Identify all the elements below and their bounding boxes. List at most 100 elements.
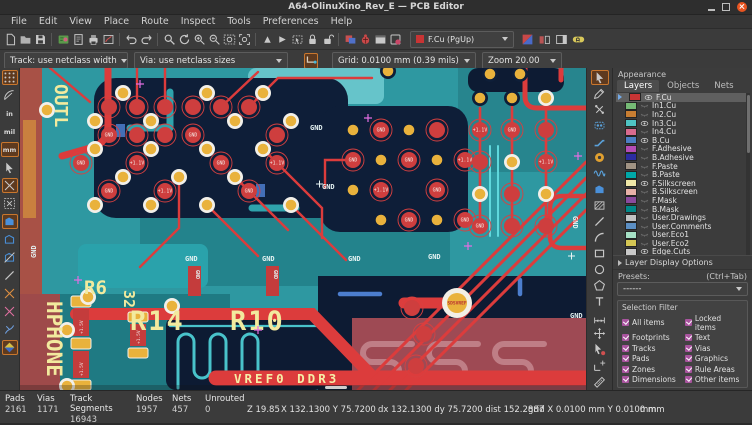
layers-scrollbar-thumb[interactable] <box>747 95 750 153</box>
selection-special-tool-button[interactable] <box>591 342 609 357</box>
pad[interactable] <box>429 212 445 228</box>
refresh-view-button[interactable] <box>177 31 191 47</box>
pad[interactable] <box>429 152 445 168</box>
checkbox-checked-icon[interactable] <box>622 345 629 352</box>
tab-objects[interactable]: Objects <box>660 80 706 92</box>
tab-layers[interactable]: Layers <box>617 80 659 92</box>
undo-button[interactable] <box>124 31 138 47</box>
ratsnest-visibility-button[interactable] <box>2 196 18 211</box>
layer-row-f.cu[interactable]: F.Cu <box>616 93 750 102</box>
layer-row-b.silkscreen[interactable]: B.Silkscreen <box>616 188 750 197</box>
layer-row-user.comments[interactable]: User.Comments <box>616 222 750 231</box>
draw-line-tool-button[interactable] <box>591 214 609 229</box>
filter-graphics[interactable]: Graphics <box>685 354 743 363</box>
filter-all-items[interactable]: All items <box>622 314 685 332</box>
zoom-out-button[interactable] <box>207 31 221 47</box>
find-button[interactable] <box>162 31 176 47</box>
draw-polygon-tool-button[interactable] <box>591 278 609 293</box>
pad[interactable] <box>143 141 159 157</box>
layer-color-swatch[interactable] <box>625 222 637 230</box>
canvas-hscrollbar-thumb[interactable] <box>325 386 347 389</box>
layer-color-swatch[interactable] <box>625 188 637 196</box>
zone-fill-mode-button[interactable] <box>2 232 18 247</box>
minimize-button[interactable] <box>708 9 715 11</box>
layer-color-swatch[interactable] <box>625 162 637 170</box>
pad[interactable] <box>345 182 361 198</box>
layers-scrollbar[interactable] <box>746 93 750 255</box>
zoom-selection-button[interactable] <box>237 31 251 47</box>
layer-row-in1.cu[interactable]: In1.Cu <box>616 102 750 111</box>
zoom-in-button[interactable] <box>192 31 206 47</box>
pad[interactable] <box>283 113 299 129</box>
via[interactable] <box>535 215 557 237</box>
layer-color-swatch[interactable] <box>625 136 637 144</box>
pad[interactable] <box>472 90 488 106</box>
via[interactable] <box>401 297 423 319</box>
unlock-button[interactable] <box>320 31 334 47</box>
pad[interactable] <box>255 141 271 157</box>
via[interactable]: GND <box>182 124 204 146</box>
zoom-fit-button[interactable] <box>222 31 236 47</box>
pcb-canvas[interactable]: GNDGNDGND+1.1VGND+1.1VGND+1.1VGNDGNDGNDG… <box>20 68 586 390</box>
via-outline-mode-button[interactable] <box>2 304 18 319</box>
via[interactable]: GND <box>342 149 364 171</box>
properties-panel-button[interactable] <box>554 31 568 47</box>
filter-dimensions[interactable]: Dimensions <box>622 375 685 384</box>
filter-other-items[interactable]: Other items <box>685 375 743 384</box>
layer-display-options[interactable]: Layer Display Options <box>613 255 752 270</box>
layer-row-b.paste[interactable]: B.Paste <box>616 170 750 179</box>
add-dimension-tool-button[interactable] <box>591 310 609 325</box>
menu-preferences[interactable]: Preferences <box>257 15 325 28</box>
layer-color-swatch[interactable] <box>625 205 637 213</box>
grid-toggle-button[interactable] <box>2 70 18 85</box>
layer-color-swatch[interactable] <box>625 214 637 222</box>
checkbox-checked-icon[interactable] <box>622 366 629 373</box>
layer-row-b.cu[interactable]: B.Cu <box>616 136 750 145</box>
units-mils-button[interactable]: mil <box>1 124 19 139</box>
layer-row-f.adhesive[interactable]: F.Adhesive <box>616 145 750 154</box>
pad[interactable] <box>504 154 520 170</box>
pad[interactable] <box>199 141 215 157</box>
pad[interactable] <box>87 113 103 129</box>
layer-row-user.drawings[interactable]: User.Drawings <box>616 213 750 222</box>
via[interactable] <box>154 96 176 118</box>
checkbox-checked-icon[interactable] <box>685 319 692 326</box>
menu-tools[interactable]: Tools <box>221 15 256 28</box>
pad[interactable] <box>227 113 243 129</box>
menu-route[interactable]: Route <box>135 15 175 28</box>
design-rules-check-button[interactable] <box>358 31 372 47</box>
swap-layers-button[interactable] <box>343 31 357 47</box>
zoom-selector[interactable]: Zoom 20.00 <box>482 52 562 69</box>
layer-color-swatch[interactable] <box>625 248 637 255</box>
local-ratsnest-tool-button[interactable] <box>591 102 609 117</box>
via[interactable]: +1.1V <box>469 119 491 141</box>
via[interactable]: GND <box>70 152 92 174</box>
layer-color-swatch[interactable] <box>625 179 637 187</box>
layer-row-f.paste[interactable]: F.Paste <box>616 162 750 171</box>
via[interactable]: +1.1V <box>370 179 392 201</box>
via[interactable]: GND <box>398 149 420 171</box>
pad[interactable] <box>171 169 187 185</box>
layer-row-in3.cu[interactable]: In3.Cu <box>616 119 750 128</box>
pad[interactable] <box>538 186 554 202</box>
pad[interactable] <box>373 212 389 228</box>
via[interactable] <box>154 124 176 146</box>
via[interactable]: GND <box>398 209 420 231</box>
eye-open-icon[interactable] <box>640 247 649 255</box>
via[interactable]: GND <box>98 180 120 202</box>
high-contrast-mode-button[interactable] <box>2 340 18 355</box>
layer-color-swatch[interactable] <box>625 196 637 204</box>
via[interactable]: GND <box>210 152 232 174</box>
track-width-selector[interactable]: Track: use netclass width <box>4 52 128 69</box>
via-size-selector[interactable]: Via: use netclass sizes <box>134 52 288 69</box>
board-setup-button[interactable] <box>56 31 70 47</box>
pad[interactable] <box>143 197 159 213</box>
presets-selector[interactable]: ------ <box>617 282 748 295</box>
highlight-net-tool-button[interactable] <box>591 86 609 101</box>
via[interactable] <box>98 96 120 118</box>
draw-arc-tool-button[interactable] <box>591 230 609 245</box>
checkbox-checked-icon[interactable] <box>685 366 692 373</box>
scripting-console-button[interactable] <box>388 31 402 47</box>
via[interactable] <box>501 183 523 205</box>
via[interactable]: GND <box>370 119 392 141</box>
